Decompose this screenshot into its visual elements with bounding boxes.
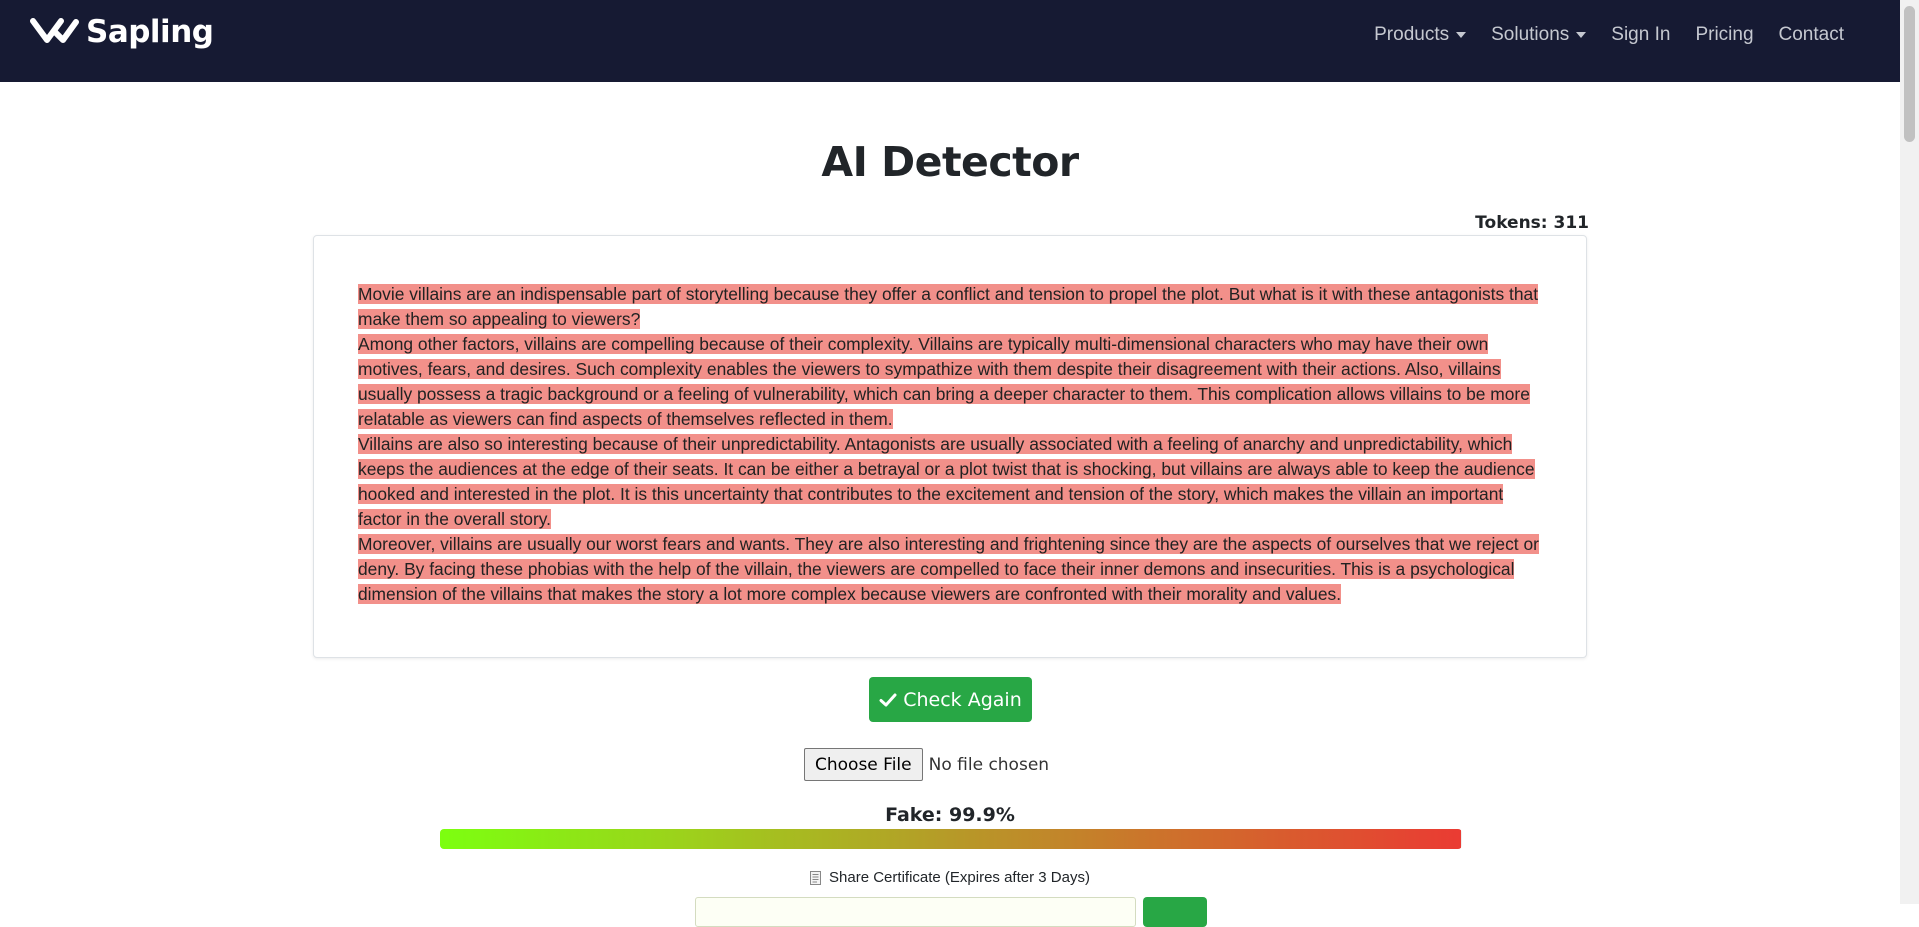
fake-score-label: Fake: 99.9% (885, 804, 1015, 826)
highlighted-paragraph: Movie villains are an indispensable part… (358, 284, 1539, 329)
choose-file-button[interactable]: Choose File (804, 748, 923, 781)
document-icon (810, 870, 822, 885)
brand-logo[interactable]: Sapling (30, 14, 214, 50)
nav-pricing-label: Pricing (1695, 24, 1754, 45)
chevron-down-icon (1576, 32, 1587, 38)
analyzed-text: Movie villains are an indispensable part… (358, 282, 1548, 607)
fake-score-meter (440, 829, 1462, 849)
sapling-v-logo-icon (30, 18, 79, 43)
nav-solutions[interactable]: Solutions (1491, 24, 1587, 46)
nav-contact[interactable]: Contact (1779, 24, 1844, 46)
share-certificate[interactable]: Share Certificate (Expires after 3 Days) (0, 869, 1900, 886)
file-upload: Choose File No file chosen (804, 748, 1049, 781)
page-scrollbar[interactable] (1900, 0, 1919, 904)
share-certificate-label: Share Certificate (Expires after 3 Days) (829, 869, 1090, 886)
file-status-text: No file chosen (928, 754, 1050, 775)
highlighted-paragraph: Among other factors, villains are compel… (358, 334, 1530, 429)
fake-score-meter-fill (440, 829, 1461, 849)
nav-products[interactable]: Products (1374, 24, 1467, 46)
text-input-area[interactable]: Movie villains are an indispensable part… (313, 235, 1587, 658)
nav-solutions-label: Solutions (1491, 24, 1570, 45)
highlighted-paragraph: Villains are also so interesting because… (358, 434, 1535, 529)
main-nav: Products Solutions Sign In Pricing Conta… (1349, 24, 1844, 46)
highlighted-paragraph: Moreover, villains are usually our worst… (358, 534, 1539, 604)
top-navbar: Sapling Products Solutions Sign In Prici… (0, 0, 1900, 82)
token-count: Tokens: 311 (1475, 213, 1589, 233)
page-title: AI Detector (821, 138, 1079, 186)
nav-contact-label: Contact (1778, 24, 1844, 45)
brand-name: Sapling (86, 14, 214, 50)
check-icon (879, 693, 897, 706)
certificate-copy-button[interactable] (1143, 897, 1207, 927)
scrollbar-thumb[interactable] (1904, 6, 1915, 142)
nav-sign-in-label: Sign In (1611, 24, 1671, 45)
nav-products-label: Products (1374, 24, 1450, 45)
check-again-label: Check Again (903, 688, 1022, 711)
chevron-down-icon (1456, 32, 1467, 38)
check-again-button[interactable]: Check Again (869, 677, 1032, 722)
nav-pricing[interactable]: Pricing (1695, 24, 1753, 46)
certificate-url-input[interactable] (695, 897, 1136, 927)
nav-sign-in[interactable]: Sign In (1611, 24, 1670, 46)
